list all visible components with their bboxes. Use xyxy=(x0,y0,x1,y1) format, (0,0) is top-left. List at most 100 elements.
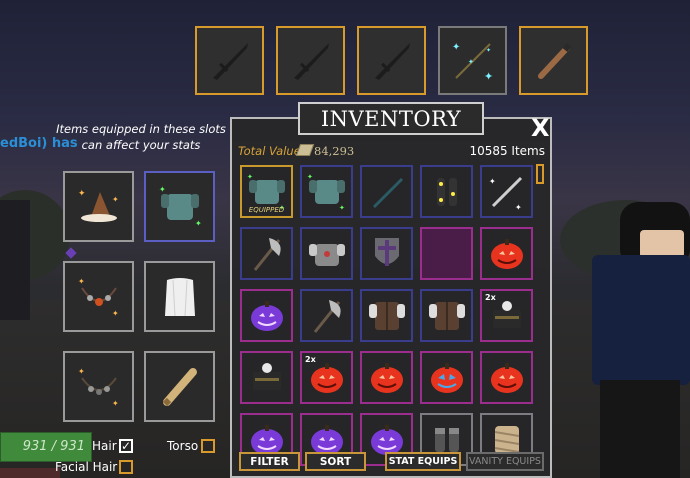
inventory-slot[interactable] xyxy=(420,289,473,342)
inventory-slot[interactable] xyxy=(300,289,353,342)
pillar-background xyxy=(0,200,30,320)
toggle-torso-checkbox[interactable] xyxy=(201,439,215,453)
inventory-slot[interactable] xyxy=(300,227,353,280)
equip-info-note: Items equipped in these slots can affect… xyxy=(56,122,226,152)
svg-text:✦: ✦ xyxy=(484,70,493,83)
hotbar-slot-3[interactable] xyxy=(357,26,426,95)
inventory-slot[interactable] xyxy=(360,289,413,342)
stack-count: 2x xyxy=(305,355,316,364)
inventory-title-box: INVENTORY xyxy=(298,102,484,135)
total-value-label: Total Value xyxy=(238,144,301,158)
inventory-slot[interactable]: ✦ ✦ xyxy=(480,165,533,218)
inventory-slot[interactable] xyxy=(240,289,293,342)
close-button[interactable]: X xyxy=(531,114,550,142)
svg-text:✦: ✦ xyxy=(307,173,313,181)
equip-slot-head[interactable]: ✦ ✦ xyxy=(63,171,134,242)
equipped-tag: EQUIPPED xyxy=(248,206,285,214)
teal-blade-icon xyxy=(372,177,403,208)
hotbar-slot-2[interactable] xyxy=(276,26,345,95)
svg-text:✦: ✦ xyxy=(112,399,119,408)
health-bar: 931 / 931 xyxy=(0,432,92,462)
scrollbar-thumb[interactable] xyxy=(536,164,544,184)
vanity-equips-button[interactable]: VANITY EQUIPS xyxy=(466,452,544,471)
svg-text:✦: ✦ xyxy=(452,42,460,53)
sword-silhouette-icon xyxy=(374,42,410,80)
svg-text:✦: ✦ xyxy=(195,219,202,228)
inventory-slot[interactable] xyxy=(360,351,413,404)
red-pumpkin-icon xyxy=(370,362,403,393)
inventory-slot[interactable] xyxy=(420,227,473,280)
toggle-hair-label: Hair xyxy=(92,439,117,453)
inventory-slot[interactable] xyxy=(480,227,533,280)
total-value: 84,293 xyxy=(314,144,355,158)
item-count: 10585 Items xyxy=(469,144,545,158)
inventory-slot[interactable]: ✦ ✦ EQUIPPED xyxy=(240,165,293,218)
sparkle-staff-icon: ✦ ✦ ✦ ✦ xyxy=(452,42,493,83)
inventory-slot[interactable] xyxy=(240,351,293,404)
skull-chest-icon xyxy=(252,362,281,390)
svg-text:✦: ✦ xyxy=(247,173,253,181)
sort-button[interactable]: SORT xyxy=(305,452,366,471)
svg-text:✦: ✦ xyxy=(78,367,85,376)
scroll-icon xyxy=(162,367,197,406)
svg-text:✦: ✦ xyxy=(78,277,85,286)
equip-slot-neck[interactable]: ✦ ✦ xyxy=(63,261,134,332)
white-robe-icon xyxy=(164,277,195,316)
filter-button[interactable]: FILTER xyxy=(239,452,300,471)
bead-necklace-icon: ✦✦ xyxy=(78,277,119,318)
toggle-torso-label: Torso xyxy=(167,439,199,453)
toggle-hair-checkbox[interactable]: ✓ xyxy=(119,439,133,453)
svg-text:✦: ✦ xyxy=(339,204,345,212)
sparkle-sword-icon: ✦✦ xyxy=(489,176,522,212)
battle-axe-icon xyxy=(313,299,341,333)
equip-slot-body[interactable]: ✦ ✦ xyxy=(144,171,215,242)
inventory-slot[interactable] xyxy=(480,351,533,404)
svg-text:✦: ✦ xyxy=(468,58,474,66)
equip-slot-accessory[interactable]: ✦ ✦ xyxy=(63,351,134,422)
battle-axe-icon xyxy=(253,237,281,271)
hotbar-slot-4[interactable]: ✦ ✦ ✦ ✦ xyxy=(438,26,507,95)
green-armor-icon: ✦✦ xyxy=(307,173,345,212)
red-pumpkin-icon xyxy=(490,238,523,269)
dark-necklace-icon: ✦✦ xyxy=(78,367,119,408)
inventory-slot[interactable] xyxy=(420,351,473,404)
inventory-slot[interactable] xyxy=(240,227,293,280)
red-pumpkin-icon xyxy=(490,362,523,393)
svg-text:✦: ✦ xyxy=(159,185,166,194)
sword-silhouette-icon xyxy=(293,42,329,80)
svg-text:✦: ✦ xyxy=(515,203,522,212)
inventory-slot[interactable]: 2x xyxy=(480,289,533,342)
avatar-face xyxy=(640,230,684,258)
inventory-slot[interactable]: ✦ ✦ xyxy=(300,165,353,218)
green-armor-icon: ✦✦ xyxy=(159,185,202,228)
blue-face-pumpkin-icon xyxy=(430,362,463,393)
leather-vest-icon xyxy=(368,301,405,330)
svg-text:✦: ✦ xyxy=(489,177,496,186)
toggle-facial-hair-checkbox[interactable] xyxy=(119,460,133,474)
equip-slot-item[interactable] xyxy=(144,351,215,422)
purple-pumpkin-icon xyxy=(250,300,283,331)
svg-text:✦: ✦ xyxy=(486,47,491,54)
inventory-slot[interactable] xyxy=(360,165,413,218)
hotbar-slot-1[interactable] xyxy=(195,26,264,95)
cross-shield-icon xyxy=(374,237,399,266)
wooden-club-icon xyxy=(537,42,571,79)
inventory-slot[interactable] xyxy=(360,227,413,280)
stat-equips-button[interactable]: STAT EQUIPS xyxy=(385,452,461,471)
steel-armor-icon xyxy=(308,243,345,266)
secondary-bar xyxy=(0,468,60,478)
health-text: 931 / 931 xyxy=(22,439,85,454)
svg-text:✦: ✦ xyxy=(112,309,119,318)
inventory-slot[interactable]: 2x xyxy=(300,351,353,404)
sword-silhouette-icon xyxy=(212,42,248,80)
svg-text:✦: ✦ xyxy=(78,189,86,199)
leather-vest-icon xyxy=(428,301,465,330)
equip-slot-cloak[interactable] xyxy=(144,261,215,332)
avatar-legs xyxy=(600,380,680,478)
glowing-gloves-icon xyxy=(436,177,457,206)
inventory-slot[interactable] xyxy=(420,165,473,218)
avatar-torso xyxy=(592,255,690,385)
svg-text:✦: ✦ xyxy=(112,195,119,204)
inventory-title: INVENTORY xyxy=(320,106,462,131)
hotbar-slot-5[interactable] xyxy=(519,26,588,95)
